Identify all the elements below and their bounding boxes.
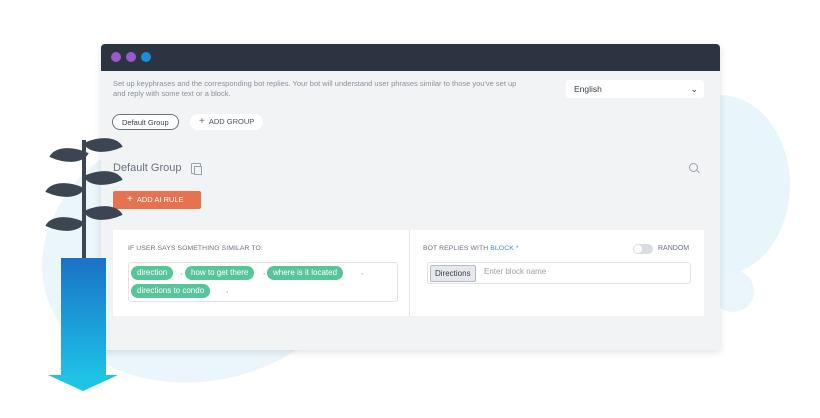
bot-replies-prefix: BOT REPLIES WITH — [423, 245, 491, 252]
random-label: RANDOM — [658, 245, 690, 252]
user-says-label: IF USER SAYS SOMETHING SIMILAR TO: — [128, 245, 263, 252]
language-select[interactable]: English ⌄ — [566, 80, 704, 98]
required-mark: * — [515, 245, 519, 252]
chevron-down-icon: ⌄ — [690, 84, 698, 94]
language-select-value: English — [574, 84, 602, 94]
phrase-separator: , — [226, 285, 229, 294]
plus-icon: + — [199, 116, 205, 127]
random-toggle[interactable] — [633, 244, 653, 254]
block-link[interactable]: BLOCK — [490, 245, 514, 252]
window-control-dot[interactable] — [111, 52, 121, 62]
column-divider — [409, 230, 410, 316]
block-name-input[interactable]: Directions Enter block name — [427, 262, 691, 284]
phrase-chip[interactable]: directions to condo — [131, 284, 211, 298]
search-icon[interactable] — [689, 163, 698, 172]
plant-pot — [61, 258, 106, 376]
pot-base — [48, 375, 118, 391]
phrase-separator: , — [180, 267, 183, 276]
window-control-dot[interactable] — [126, 52, 136, 62]
add-ai-rule-label: ADD AI RULE — [136, 195, 184, 204]
phrase-chip[interactable]: where is it located — [267, 266, 344, 280]
group-tab-label: Default Group — [122, 118, 169, 127]
window-titlebar — [101, 44, 720, 71]
app-window: Set up keyphrases and the corresponding … — [101, 44, 720, 350]
phrase-chip[interactable]: how to get there — [185, 266, 255, 280]
phrases-input[interactable]: direction , how to get there , where is … — [128, 262, 398, 302]
phrase-chip[interactable]: direction — [131, 266, 174, 280]
phrase-separator: , — [361, 267, 364, 276]
window-control-dot[interactable] — [141, 52, 151, 62]
block-name-placeholder: Enter block name — [484, 267, 547, 276]
phrase-separator: , — [263, 267, 266, 276]
plus-icon: + — [127, 194, 133, 205]
group-title: Default Group — [113, 162, 182, 174]
copy-icon[interactable] — [191, 163, 202, 175]
page-description: Set up keyphrases and the corresponding … — [113, 79, 517, 98]
group-tab-default[interactable]: Default Group — [112, 114, 179, 130]
ai-rule-card: IF USER SAYS SOMETHING SIMILAR TO: direc… — [113, 230, 704, 316]
add-group-button[interactable]: + ADD GROUP — [190, 114, 264, 130]
block-chip[interactable]: Directions — [430, 265, 476, 282]
add-group-label: ADD GROUP — [208, 117, 255, 126]
add-ai-rule-button[interactable]: + ADD AI RULE — [113, 191, 201, 209]
bot-replies-label: BOT REPLIES WITH BLOCK * — [423, 245, 519, 252]
